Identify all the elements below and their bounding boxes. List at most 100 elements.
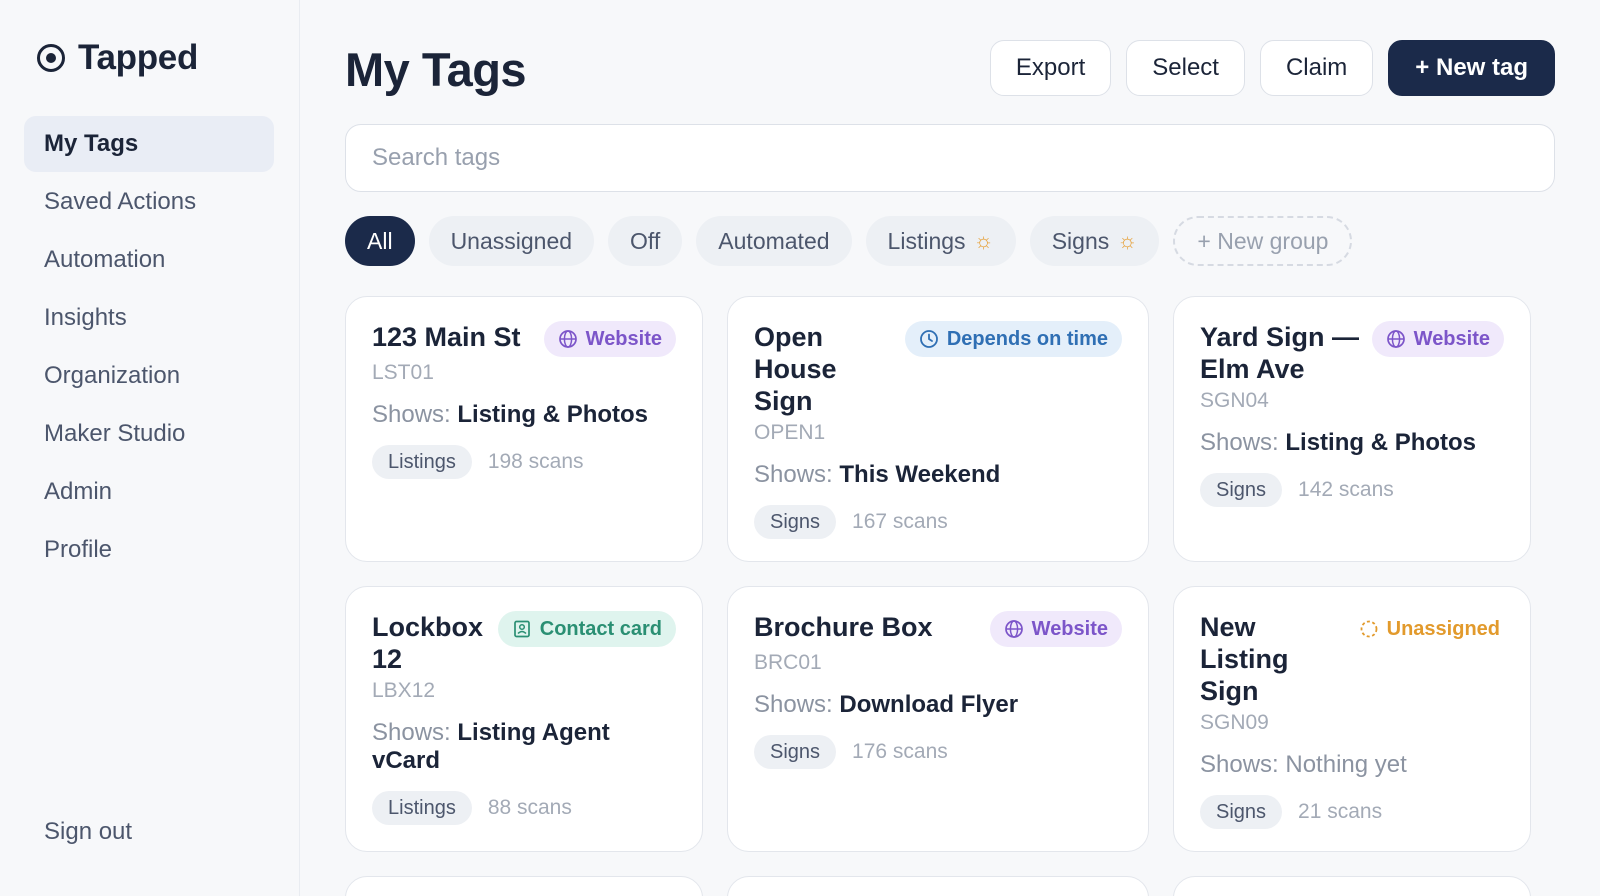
sun-icon: ☼ xyxy=(973,228,994,253)
action-badge: Website xyxy=(543,321,676,357)
filter-chip-listings[interactable]: Listings ☼ xyxy=(865,216,1016,266)
globe-icon xyxy=(1386,330,1405,348)
action-badge: Unassigned xyxy=(1345,611,1504,647)
sidebar: Tapped My Tags Saved Actions Automation … xyxy=(0,0,300,896)
badge-label: Website xyxy=(585,327,662,350)
scan-count: 176 scans xyxy=(852,740,948,763)
chip-label: Automated xyxy=(718,227,830,254)
sidebar-item-label: Organization xyxy=(44,362,181,389)
badge-label: Unassigned xyxy=(1386,617,1500,640)
action-badge: Website xyxy=(1371,321,1504,357)
claim-button[interactable]: Claim xyxy=(1259,40,1374,96)
search-input[interactable] xyxy=(345,124,1555,192)
target-icon xyxy=(37,44,65,72)
new-tag-button[interactable]: + New tag xyxy=(1388,40,1555,96)
export-button[interactable]: Export xyxy=(989,40,1112,96)
filter-chip-signs[interactable]: Signs ☼ xyxy=(1029,216,1160,266)
shows-label: Shows: xyxy=(754,691,833,718)
sidebar-item-label: Maker Studio xyxy=(44,420,186,447)
toolbar: Export Select Claim + New tag xyxy=(989,40,1555,96)
sidebar-item-label: Admin xyxy=(44,478,113,505)
tag-code: BRC01 xyxy=(754,651,822,674)
tag-shows: Shows: Nothing yet xyxy=(1200,751,1504,779)
filter-chip-automated[interactable]: Automated xyxy=(696,216,852,266)
contact-card-icon xyxy=(513,620,530,638)
tag-card[interactable] xyxy=(727,876,1149,896)
sidebar-item-automation[interactable]: Automation xyxy=(24,232,274,288)
group-pill: Signs xyxy=(1200,795,1283,829)
sidebar-item-label: Saved Actions xyxy=(44,188,197,215)
brand-name: Tapped xyxy=(78,38,199,77)
action-badge: Website xyxy=(989,611,1122,647)
shows-value: Nothing yet xyxy=(1285,751,1407,778)
sidebar-item-profile[interactable]: Profile xyxy=(24,522,274,578)
scan-count: 142 scans xyxy=(1298,478,1394,501)
tag-shows: Shows: This Weekend xyxy=(754,461,1122,489)
tag-shows: Shows: Download Flyer xyxy=(754,691,1122,719)
tag-title: Open House Sign xyxy=(754,322,837,416)
filter-chip-all[interactable]: All xyxy=(345,216,415,266)
tag-title: New Listing Sign xyxy=(1200,612,1289,706)
sidebar-item-label: Profile xyxy=(44,536,113,563)
sidebar-item-admin[interactable]: Admin xyxy=(24,464,274,520)
globe-icon xyxy=(558,330,577,348)
new-group-button[interactable]: + New group xyxy=(1173,216,1353,266)
scan-count: 21 scans xyxy=(1298,800,1383,823)
sidebar-item-label: Automation xyxy=(44,246,166,273)
sign-out-link[interactable]: Sign out xyxy=(44,818,132,846)
main-content: My Tags Export Select Claim + New tag Al… xyxy=(300,0,1600,896)
select-button[interactable]: Select xyxy=(1126,40,1245,96)
tag-card[interactable] xyxy=(1173,876,1531,896)
sidebar-item-maker-studio[interactable]: Maker Studio xyxy=(24,406,274,462)
tag-shows: Shows: Listing & Photos xyxy=(1200,429,1504,457)
group-pill: Listings xyxy=(372,445,472,479)
shows-value: Listing & Photos xyxy=(457,401,649,428)
filter-chip-off[interactable]: Off xyxy=(608,216,683,266)
tag-title: Lockbox 12 xyxy=(372,612,484,674)
shows-label: Shows: xyxy=(372,719,451,746)
group-pill: Signs xyxy=(1200,473,1283,507)
scan-count: 88 scans xyxy=(487,796,572,819)
chip-label: All xyxy=(367,227,393,254)
sidebar-item-saved-actions[interactable]: Saved Actions xyxy=(24,174,274,230)
tag-card[interactable]: New Listing Sign Unassigned SGN09 Shows:… xyxy=(1173,586,1531,852)
badge-label: Depends on time xyxy=(946,327,1108,350)
shows-value: Listing & Photos xyxy=(1285,429,1477,456)
tag-card[interactable]: Lockbox 12 Contact card LBX12 Shows: Lis… xyxy=(345,586,703,852)
sidebar-item-label: Insights xyxy=(44,304,127,331)
tag-shows: Shows: Listing Agent vCard xyxy=(372,719,676,775)
sidebar-item-label: My Tags xyxy=(44,130,139,157)
action-badge: Contact card xyxy=(497,611,676,647)
tag-card[interactable]: 123 Main St Website LST01 Shows: Listing… xyxy=(345,296,703,562)
tag-card[interactable]: Brochure Box Website BRC01 Shows: Downlo… xyxy=(727,586,1149,852)
chip-label: + New group xyxy=(1197,227,1329,254)
sidebar-item-insights[interactable]: Insights xyxy=(24,290,274,346)
sidebar-nav: My Tags Saved Actions Automation Insight… xyxy=(24,116,274,580)
tag-title: Brochure Box xyxy=(754,612,933,642)
scan-count: 198 scans xyxy=(487,450,584,473)
badge-label: Website xyxy=(1031,617,1108,640)
tag-code: OPEN1 xyxy=(754,421,826,444)
tag-card[interactable]: Yard Sign — Elm Ave Website SGN04 Shows:… xyxy=(1173,296,1531,562)
chip-label: Unassigned xyxy=(450,227,573,254)
brand[interactable]: Tapped xyxy=(36,38,198,78)
group-pill: Signs xyxy=(754,735,837,769)
sidebar-item-my-tags[interactable]: My Tags xyxy=(24,116,274,172)
sun-icon: ☼ xyxy=(1117,228,1138,253)
tag-shows: Shows: Listing & Photos xyxy=(372,401,676,429)
chip-label: Off xyxy=(630,227,661,254)
tag-title: 123 Main St xyxy=(372,322,521,352)
shows-label: Shows: xyxy=(372,401,451,428)
sidebar-item-organization[interactable]: Organization xyxy=(24,348,274,404)
scan-count: 167 scans xyxy=(852,510,948,533)
tag-card[interactable] xyxy=(345,876,703,896)
shows-label: Shows: xyxy=(1200,429,1279,456)
clock-icon xyxy=(919,330,938,348)
tag-code: SGN09 xyxy=(1200,711,1269,734)
badge-label: Contact card xyxy=(539,617,662,640)
group-pill: Signs xyxy=(754,505,837,539)
chip-label: Listings xyxy=(887,227,966,254)
tag-card[interactable]: Open House Sign Depends on time OPEN1 Sh… xyxy=(727,296,1149,562)
badge-label: Website xyxy=(1413,327,1490,350)
filter-chip-unassigned[interactable]: Unassigned xyxy=(428,216,595,266)
